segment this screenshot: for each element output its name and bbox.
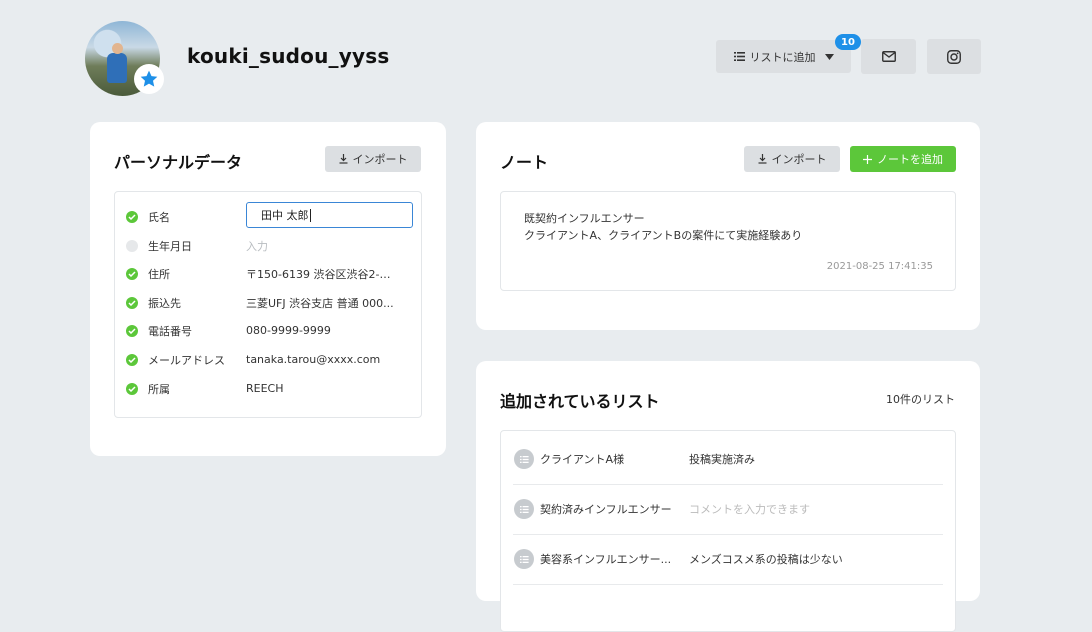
lists-count: 10件のリスト bbox=[886, 393, 955, 406]
list-icon bbox=[514, 549, 534, 569]
field-row-bank: 振込先 三菱UFJ 渋谷支店 普通 000... bbox=[115, 288, 421, 317]
star-icon bbox=[140, 70, 158, 87]
download-icon bbox=[758, 154, 766, 164]
add-to-list-label: リストに追加 bbox=[749, 50, 816, 64]
text-caret bbox=[309, 208, 311, 222]
list-item[interactable]: クライアントA様 投稿実施済み bbox=[513, 434, 943, 485]
check-icon bbox=[126, 210, 138, 223]
list-comment-input[interactable]: コメントを入力できます bbox=[689, 501, 810, 517]
list-comment[interactable]: メンズコスメ系の投稿は少ない bbox=[689, 551, 843, 567]
field-row-birthdate: 生年月日 入力 bbox=[115, 231, 421, 260]
bank-value[interactable]: 三菱UFJ 渋谷支店 普通 000... bbox=[246, 295, 396, 311]
name-input-value: 田中 太郎 bbox=[261, 209, 309, 222]
plus-icon bbox=[863, 154, 872, 164]
field-row-affiliation: 所属 REECH bbox=[115, 374, 421, 403]
add-to-list-button[interactable]: リストに追加 bbox=[716, 40, 851, 73]
notes-import-label: インポート bbox=[771, 153, 827, 166]
field-label: 振込先 bbox=[148, 296, 181, 310]
email-value[interactable]: tanaka.tarou@xxxx.com bbox=[246, 353, 396, 366]
instagram-button[interactable] bbox=[927, 39, 981, 74]
download-icon bbox=[339, 154, 347, 164]
list-name: 契約済みインフルエンサー bbox=[540, 503, 672, 516]
instagram-icon bbox=[947, 49, 961, 64]
field-row-phone: 電話番号 080-9999-9999 bbox=[115, 316, 421, 345]
list-icon bbox=[733, 52, 745, 61]
list-icon bbox=[514, 449, 534, 469]
field-label: 電話番号 bbox=[148, 324, 192, 338]
lists-card: 追加されているリスト 10件のリスト クライアントA様 投稿実施済み 契約済みイ… bbox=[476, 361, 980, 632]
note-line-2: クライアントA、クライアントBの案件にて実施経験あり bbox=[524, 229, 803, 242]
name-input[interactable]: 田中 太郎 bbox=[246, 202, 413, 228]
notes-title: ノート bbox=[500, 153, 549, 172]
star-badge bbox=[134, 64, 164, 94]
add-note-button[interactable]: ノートを追加 bbox=[850, 146, 956, 172]
personal-import-button[interactable]: インポート bbox=[325, 146, 421, 172]
field-label: メールアドレス bbox=[148, 353, 225, 367]
birthdate-input[interactable]: 入力 bbox=[246, 238, 396, 254]
list-name: 美容系インフルエンサー... bbox=[540, 553, 672, 566]
field-label: 所属 bbox=[148, 382, 170, 396]
phone-value[interactable]: 080-9999-9999 bbox=[246, 324, 396, 337]
list-name: クライアントA様 bbox=[540, 453, 625, 466]
caret-down-icon bbox=[824, 53, 834, 60]
lists-title: 追加されているリスト bbox=[500, 392, 660, 411]
personal-data-card: パーソナルデータ インポート 氏名 生年月日 入力 住所 〒150-6139 渋… bbox=[90, 122, 446, 456]
avatar-person-figure bbox=[107, 53, 127, 83]
check-icon bbox=[126, 296, 138, 309]
note-date: 2021-08-25 17:41:35 bbox=[826, 261, 933, 272]
field-label: 氏名 bbox=[148, 210, 170, 224]
mail-icon bbox=[881, 51, 896, 62]
personal-import-label: インポート bbox=[352, 153, 408, 166]
list-icon bbox=[514, 499, 534, 519]
lists-box: クライアントA様 投稿実施済み 契約済みインフルエンサー コメントを入力できます… bbox=[500, 430, 956, 632]
field-label: 生年月日 bbox=[148, 239, 192, 253]
check-icon bbox=[126, 382, 138, 395]
message-button[interactable] bbox=[861, 39, 916, 74]
notes-import-button[interactable]: インポート bbox=[744, 146, 840, 172]
check-icon bbox=[126, 324, 138, 337]
avatar-person-head bbox=[112, 43, 123, 54]
list-comment[interactable]: 投稿実施済み bbox=[689, 451, 755, 467]
username: kouki_sudou_yyss bbox=[187, 44, 390, 68]
affiliation-value[interactable]: REECH bbox=[246, 382, 396, 395]
personal-data-title: パーソナルデータ bbox=[114, 153, 243, 172]
field-row-email: メールアドレス tanaka.tarou@xxxx.com bbox=[115, 345, 421, 374]
list-count-badge: 10 bbox=[835, 34, 861, 50]
list-item[interactable]: 美容系インフルエンサー... メンズコスメ系の投稿は少ない bbox=[513, 534, 943, 585]
check-icon bbox=[126, 353, 138, 366]
field-row-address: 住所 〒150-6139 渋谷区渋谷2-24... bbox=[115, 259, 421, 288]
note-line-1: 既契約インフルエンサー bbox=[524, 212, 645, 225]
notes-card: ノート インポート ノートを追加 既契約インフルエンサー クライアントA、クライ… bbox=[476, 122, 980, 330]
add-note-label: ノートを追加 bbox=[877, 153, 943, 166]
address-value[interactable]: 〒150-6139 渋谷区渋谷2-24... bbox=[246, 266, 396, 282]
check-icon bbox=[126, 267, 138, 280]
field-label: 住所 bbox=[148, 267, 170, 281]
list-item[interactable]: 契約済みインフルエンサー コメントを入力できます bbox=[513, 484, 943, 535]
note-item[interactable]: 既契約インフルエンサー クライアントA、クライアントBの案件にて実施経験あり 2… bbox=[500, 191, 956, 291]
check-icon-unchecked bbox=[126, 239, 138, 252]
